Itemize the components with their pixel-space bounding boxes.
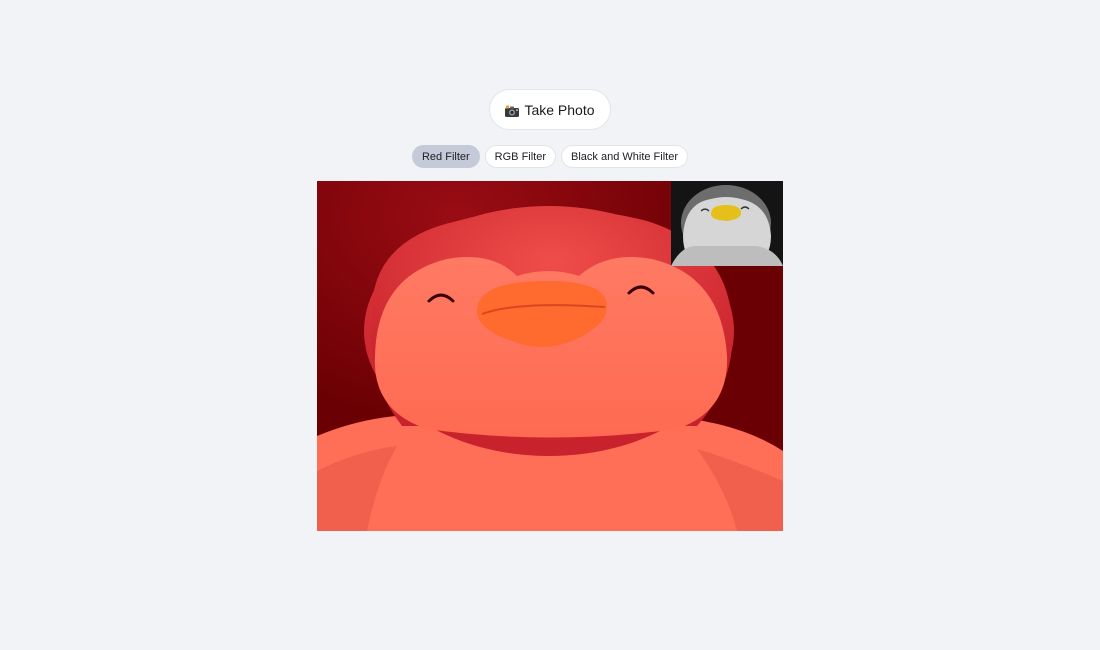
camera-icon — [505, 104, 520, 117]
red-filter-button[interactable]: Red Filter — [411, 145, 480, 168]
black-and-white-filter-button[interactable]: Black and White Filter — [561, 145, 688, 168]
penguin-photo-thumbnail-image — [671, 181, 783, 266]
rgb-filter-button[interactable]: RGB Filter — [484, 145, 557, 168]
photo-thumbnail[interactable] — [671, 181, 783, 266]
take-photo-label: Take Photo — [524, 101, 595, 118]
camera-app: Take Photo Red Filter RGB Filter Black a… — [0, 0, 1100, 650]
filter-toolbar: Red Filter RGB Filter Black and White Fi… — [0, 145, 1100, 168]
take-photo-button[interactable]: Take Photo — [489, 89, 611, 130]
